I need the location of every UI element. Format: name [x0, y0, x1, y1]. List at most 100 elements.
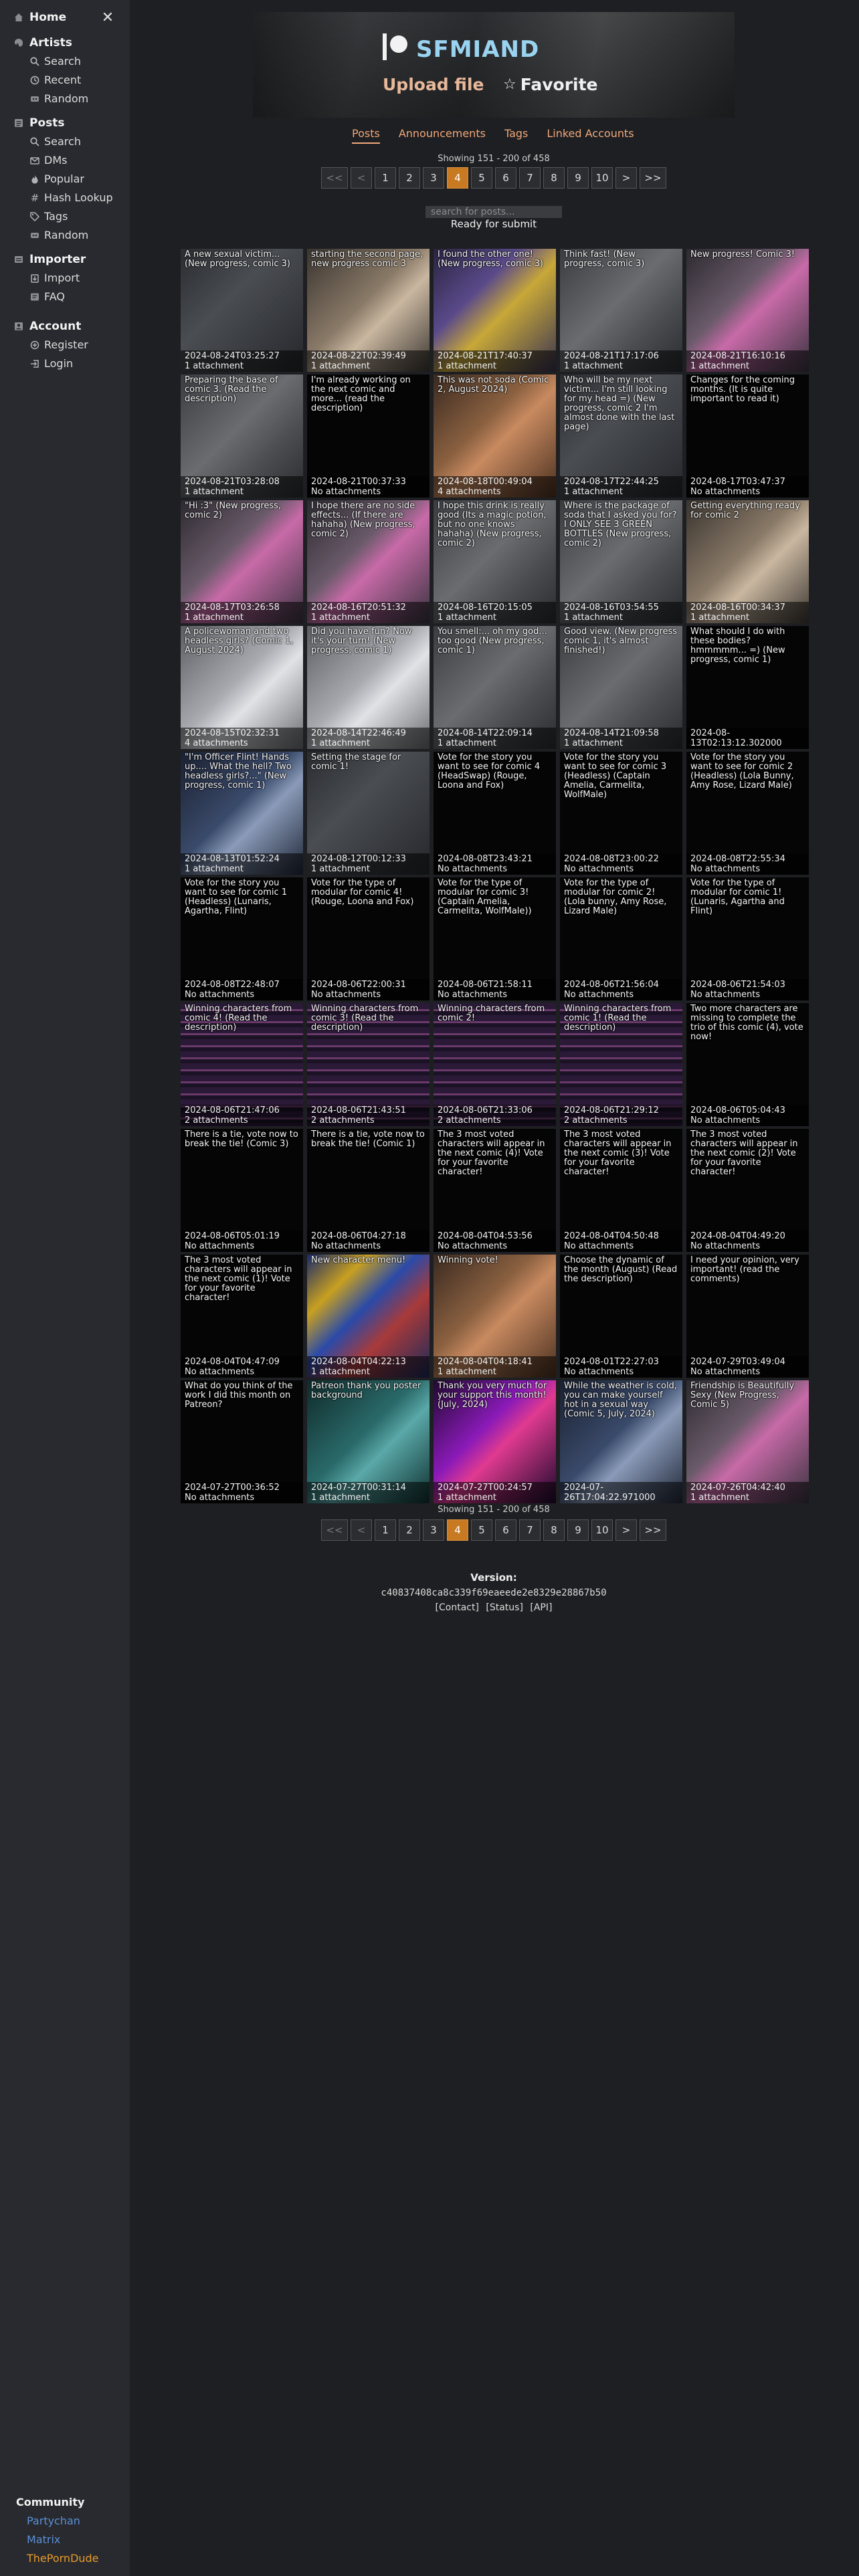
- post-card[interactable]: While the weather is cold, you can make …: [560, 1380, 682, 1503]
- page-button[interactable]: <: [351, 167, 372, 189]
- post-search-input[interactable]: [425, 206, 562, 218]
- page-button[interactable]: 5: [471, 167, 492, 189]
- sidebar-item-register[interactable]: Register: [29, 338, 88, 351]
- sidebar-item-login[interactable]: Login: [29, 357, 73, 370]
- sidebar-item-post-random[interactable]: Random: [29, 229, 88, 241]
- contact-link[interactable]: [Contact]: [436, 1602, 479, 1613]
- page-button[interactable]: <<: [321, 167, 348, 189]
- post-card[interactable]: Vote for the story you want to see for c…: [560, 752, 682, 875]
- sidebar-item-artist-random[interactable]: Random: [29, 92, 88, 105]
- api-link[interactable]: [API]: [530, 1602, 552, 1613]
- post-card[interactable]: I hope this drink is really good (Its a …: [434, 500, 556, 623]
- page-button[interactable]: 4: [447, 1519, 468, 1541]
- page-button[interactable]: 8: [543, 1519, 565, 1541]
- post-card[interactable]: Choose the dynamic of the month (August)…: [560, 1255, 682, 1378]
- sidebar-item-artist-recent[interactable]: Recent: [29, 74, 81, 86]
- post-card[interactable]: Patreon thank you poster background 2024-…: [307, 1380, 430, 1503]
- sidebar-item-popular[interactable]: Popular: [29, 173, 84, 185]
- post-card[interactable]: "I'm Officer Flint! Hands up.... What th…: [181, 752, 303, 875]
- page-button[interactable]: >>: [640, 1519, 666, 1541]
- page-button[interactable]: >: [615, 167, 637, 189]
- community-link-matrix[interactable]: Matrix: [27, 2533, 60, 2546]
- post-card[interactable]: Winning characters from comic 4! (Read t…: [181, 1003, 303, 1126]
- post-card[interactable]: What do you think of the work I did this…: [181, 1380, 303, 1503]
- page-button[interactable]: 1: [375, 167, 396, 189]
- favorite-button[interactable]: ☆ Favorite: [503, 75, 598, 94]
- post-card[interactable]: I hope there are no side effects... (If …: [307, 500, 430, 623]
- post-card[interactable]: Vote for the type of modular for comic 2…: [560, 877, 682, 1000]
- post-card[interactable]: Winning vote! 2024-08-04T04:18:41 1 attach…: [434, 1255, 556, 1378]
- post-card[interactable]: The 3 most voted characters will appear …: [434, 1129, 556, 1252]
- post-card[interactable]: Vote for the type of modular for comic 1…: [686, 877, 809, 1000]
- post-card[interactable]: There is a tie, vote now to break the ti…: [307, 1129, 430, 1252]
- post-card[interactable]: Vote for the story you want to see for c…: [181, 877, 303, 1000]
- page-button[interactable]: 9: [567, 1519, 589, 1541]
- post-card[interactable]: Vote for the story you want to see for c…: [434, 752, 556, 875]
- post-card[interactable]: The 3 most voted characters will appear …: [686, 1129, 809, 1252]
- page-button[interactable]: 7: [519, 167, 541, 189]
- post-card[interactable]: New character menu! 2024-08-04T04:22:13 1 …: [307, 1255, 430, 1378]
- page-button[interactable]: 9: [567, 167, 589, 189]
- post-card[interactable]: Preparing the base of comic 3. (Read the…: [181, 374, 303, 498]
- post-card[interactable]: What should I do with these bodies? hmmm…: [686, 626, 809, 749]
- post-card[interactable]: Winning characters from comic 2! 2024-08-…: [434, 1003, 556, 1126]
- post-card[interactable]: Two more characters are missing to compl…: [686, 1003, 809, 1126]
- post-card[interactable]: The 3 most voted characters will appear …: [181, 1255, 303, 1378]
- page-button[interactable]: 1: [375, 1519, 396, 1541]
- sidebar-item-faq[interactable]: FAQ: [29, 290, 65, 303]
- tab-linked-accounts[interactable]: Linked Accounts: [547, 127, 634, 144]
- page-button[interactable]: 3: [423, 1519, 444, 1541]
- post-card[interactable]: "Hi :3" (New progress, comic 2) 2024-08-1…: [181, 500, 303, 623]
- sidebar-item-post-search[interactable]: Search: [29, 135, 81, 148]
- post-card[interactable]: There is a tie, vote now to break the ti…: [181, 1129, 303, 1252]
- post-card[interactable]: I need your opinion, very important! (re…: [686, 1255, 809, 1378]
- post-card[interactable]: You smell:... oh my god... too good (New…: [434, 626, 556, 749]
- page-button[interactable]: >: [615, 1519, 637, 1541]
- post-card[interactable]: The 3 most voted characters will appear …: [560, 1129, 682, 1252]
- community-link-theporndude[interactable]: ThePornDude: [27, 2552, 99, 2565]
- post-card[interactable]: Thank you very much for your support thi…: [434, 1380, 556, 1503]
- post-card[interactable]: Think fast! (New progress, comic 3) 2024-…: [560, 249, 682, 372]
- page-button[interactable]: 10: [591, 167, 613, 189]
- status-link[interactable]: [Status]: [486, 1602, 523, 1613]
- post-card[interactable]: Vote for the type of modular for comic 4…: [307, 877, 430, 1000]
- post-card[interactable]: New progress! Comic 3! 2024-08-21T16:10:1…: [686, 249, 809, 372]
- page-button[interactable]: 6: [495, 167, 516, 189]
- post-card[interactable]: Where is the package of soda that I aske…: [560, 500, 682, 623]
- post-card[interactable]: Getting everything ready for comic 2 2024…: [686, 500, 809, 623]
- page-button[interactable]: <<: [321, 1519, 348, 1541]
- post-card[interactable]: starting the second page, new progress c…: [307, 249, 430, 372]
- page-button[interactable]: >>: [640, 167, 666, 189]
- upload-file-button[interactable]: Upload file: [383, 75, 484, 94]
- creator-name[interactable]: SFMIAND: [416, 36, 539, 63]
- post-card[interactable]: Winning characters from comic 3! (Read t…: [307, 1003, 430, 1126]
- post-card[interactable]: A new sexual victim... (New progress, co…: [181, 249, 303, 372]
- page-button[interactable]: 8: [543, 167, 565, 189]
- sidebar-item-hash-lookup[interactable]: # Hash Lookup: [29, 191, 113, 204]
- page-button[interactable]: 3: [423, 167, 444, 189]
- page-button[interactable]: 2: [399, 1519, 420, 1541]
- post-card[interactable]: I found the other one! (New progress, co…: [434, 249, 556, 372]
- page-button[interactable]: 2: [399, 167, 420, 189]
- tab-tags[interactable]: Tags: [504, 127, 528, 144]
- post-card[interactable]: Friendship is Beautifully Sexy (New Prog…: [686, 1380, 809, 1503]
- page-button[interactable]: 4: [447, 167, 468, 189]
- post-card[interactable]: Did you have fun? Now it's your turn! (N…: [307, 626, 430, 749]
- sidebar-item-artist-search[interactable]: Search: [29, 55, 81, 68]
- page-button[interactable]: 5: [471, 1519, 492, 1541]
- post-card[interactable]: Winning characters from comic 1! (Read t…: [560, 1003, 682, 1126]
- post-card[interactable]: This was not soda (Comic 2, August 2024)…: [434, 374, 556, 498]
- page-button[interactable]: <: [351, 1519, 372, 1541]
- post-card[interactable]: Vote for the story you want to see for c…: [686, 752, 809, 875]
- post-card[interactable]: Good view. (New progress comic 1, it's a…: [560, 626, 682, 749]
- post-card[interactable]: A policewoman and two headless girls? (C…: [181, 626, 303, 749]
- post-card[interactable]: Vote for the type of modular for comic 3…: [434, 877, 556, 1000]
- tab-posts[interactable]: Posts: [352, 127, 380, 144]
- page-button[interactable]: 6: [495, 1519, 516, 1541]
- community-link-partychan[interactable]: Partychan: [27, 2514, 80, 2527]
- sidebar-home[interactable]: Home: [13, 11, 66, 24]
- page-button[interactable]: 10: [591, 1519, 613, 1541]
- post-card[interactable]: Setting the stage for comic 1! 2024-08-12…: [307, 752, 430, 875]
- sidebar-item-import[interactable]: Import: [29, 272, 80, 284]
- tab-announcements[interactable]: Announcements: [399, 127, 486, 144]
